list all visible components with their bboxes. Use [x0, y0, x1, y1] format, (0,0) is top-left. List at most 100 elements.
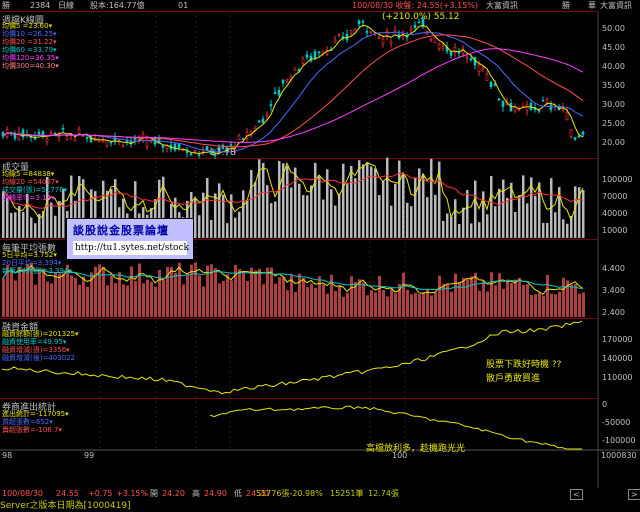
- price-candle: [409, 28, 413, 31]
- volume-bar: [442, 220, 445, 238]
- volume-legend: 均線5 =84838▾ 均線20 =54007▾ 成交量(張)=51776▾ 週…: [2, 170, 67, 202]
- avg-lots-bar: [230, 280, 233, 317]
- price-candle: [437, 43, 441, 49]
- avg-lots-bar: [2, 278, 5, 317]
- avg-lots-bar: [254, 270, 257, 317]
- broker-sell-legend: 賣超張數=-106.7▾: [2, 426, 62, 434]
- avg-lots-bar: [346, 292, 349, 317]
- volume-bar: [582, 190, 585, 238]
- price-candle: [569, 129, 573, 137]
- avg-lots-bar: [246, 281, 249, 317]
- avg-lots-bar: [170, 266, 173, 317]
- avg-lots-bar: [394, 293, 397, 317]
- price-candle: [565, 112, 569, 120]
- avg-lots-bar: [506, 279, 509, 317]
- price-candle: [577, 135, 581, 138]
- price-candle: [305, 54, 309, 58]
- price-candle: [73, 138, 77, 142]
- avg-lots-bar: [306, 286, 309, 317]
- volume-tick: 100000: [602, 175, 633, 184]
- avg-lots-bar: [406, 289, 409, 317]
- volume-bar: [366, 162, 369, 238]
- x-date-end-label: 1000830: [601, 451, 637, 460]
- broker-tick: -100000: [602, 436, 636, 445]
- price-candle: [333, 39, 337, 43]
- volume-bar: [226, 223, 229, 238]
- margin-tick: 170000: [602, 335, 633, 344]
- volume-bar: [446, 213, 449, 238]
- scroll-right-button[interactable]: >: [628, 489, 640, 500]
- volume-bar: [506, 197, 509, 238]
- volume-bar: [266, 185, 269, 238]
- forum-banner[interactable]: 談股說金股票論壇 http://tu1.sytes.net/stock: [66, 218, 194, 260]
- avg20-legend: 20日平均=3.394▾: [2, 259, 62, 267]
- volume-bar: [382, 181, 385, 238]
- quote-volume: 51776張-20.98%: [256, 489, 323, 498]
- price-candle: [485, 74, 489, 81]
- volume-bar: [502, 179, 505, 238]
- price-candle: [65, 136, 69, 140]
- margin-balance-legend: 融資餘額(張)=201325▾: [2, 330, 79, 338]
- price-candle: [429, 38, 433, 41]
- avg-lots-bar: [22, 268, 25, 317]
- avg-lots-bar: [122, 284, 125, 317]
- x-date-label: 100: [392, 451, 408, 460]
- avg-lots-bar: [222, 280, 225, 317]
- scroll-left-button[interactable]: <: [570, 489, 583, 500]
- forum-url[interactable]: http://tu1.sytes.net/stock: [73, 241, 189, 255]
- ma20-legend: 均價20 =31.22▾: [2, 38, 57, 46]
- margin-tick: 110000: [602, 373, 633, 382]
- avg-lots-bar: [266, 267, 269, 317]
- volume-bar: [390, 205, 393, 238]
- price-legend: 均價5 =23.60▾ 均價10 =26.25▾ 均價20 =31.22▾ 均價…: [2, 22, 59, 70]
- avg-lots-bar: [486, 291, 489, 317]
- volume-bar: [234, 217, 237, 238]
- avg-lots-bar: [534, 294, 537, 317]
- volume-bar: [290, 187, 293, 238]
- price-candle: [293, 67, 297, 71]
- volume-bar: [250, 170, 253, 238]
- avg-lots-bar: [502, 288, 505, 317]
- avg-lots-bar: [58, 273, 61, 317]
- avg-lots-bar: [238, 269, 241, 317]
- volume-bar: [238, 211, 241, 238]
- avg-lots-bar: [10, 268, 13, 317]
- volume-bar: [498, 188, 501, 238]
- volume-bar: [554, 212, 557, 238]
- volume-bar: [326, 169, 329, 238]
- price-candle: [449, 51, 453, 56]
- price-candle: [541, 99, 545, 102]
- price-candle: [85, 137, 89, 139]
- volume-bar: [574, 186, 577, 238]
- quote-open-label: 開: [150, 489, 158, 498]
- volume-bar: [354, 178, 357, 238]
- price-candle: [241, 138, 245, 140]
- price-tick: 30.00: [602, 100, 625, 109]
- volume-bar: [218, 183, 221, 238]
- forum-title: 談股說金股票論壇: [73, 224, 169, 237]
- volume-bar: [378, 195, 381, 238]
- avg-lots-bar: [454, 273, 457, 317]
- price-tick: 25.00: [602, 119, 625, 128]
- price-candle: [273, 91, 277, 95]
- volume-bar: [474, 180, 477, 238]
- avg-lots-bar: [226, 274, 229, 317]
- avg-lots-bar: [110, 275, 113, 317]
- volume-bar: [454, 199, 457, 238]
- price-candle: [109, 141, 113, 144]
- ma20-line: [2, 31, 584, 153]
- price-tick: 20.00: [602, 138, 625, 147]
- volume-bar: [14, 212, 17, 238]
- price-high-label: (+210.0%) 55.12: [382, 12, 460, 22]
- quote-bar: 100/08/30 24.55 +0.75 +3.15% 開 24.20 高 2…: [0, 488, 640, 500]
- avg5-legend: 5日平均=3.752▾: [2, 251, 57, 259]
- avg-lots-bar: [418, 294, 421, 317]
- volume-bar: [246, 200, 249, 238]
- avg-lots-bar: [42, 268, 45, 317]
- price-candle: [469, 57, 473, 61]
- volume-bar: [458, 223, 461, 238]
- price-candle: [573, 137, 577, 140]
- avg-lots-bar: [510, 283, 513, 317]
- avg-lots-bar: [570, 284, 573, 317]
- price-candle: [497, 98, 501, 101]
